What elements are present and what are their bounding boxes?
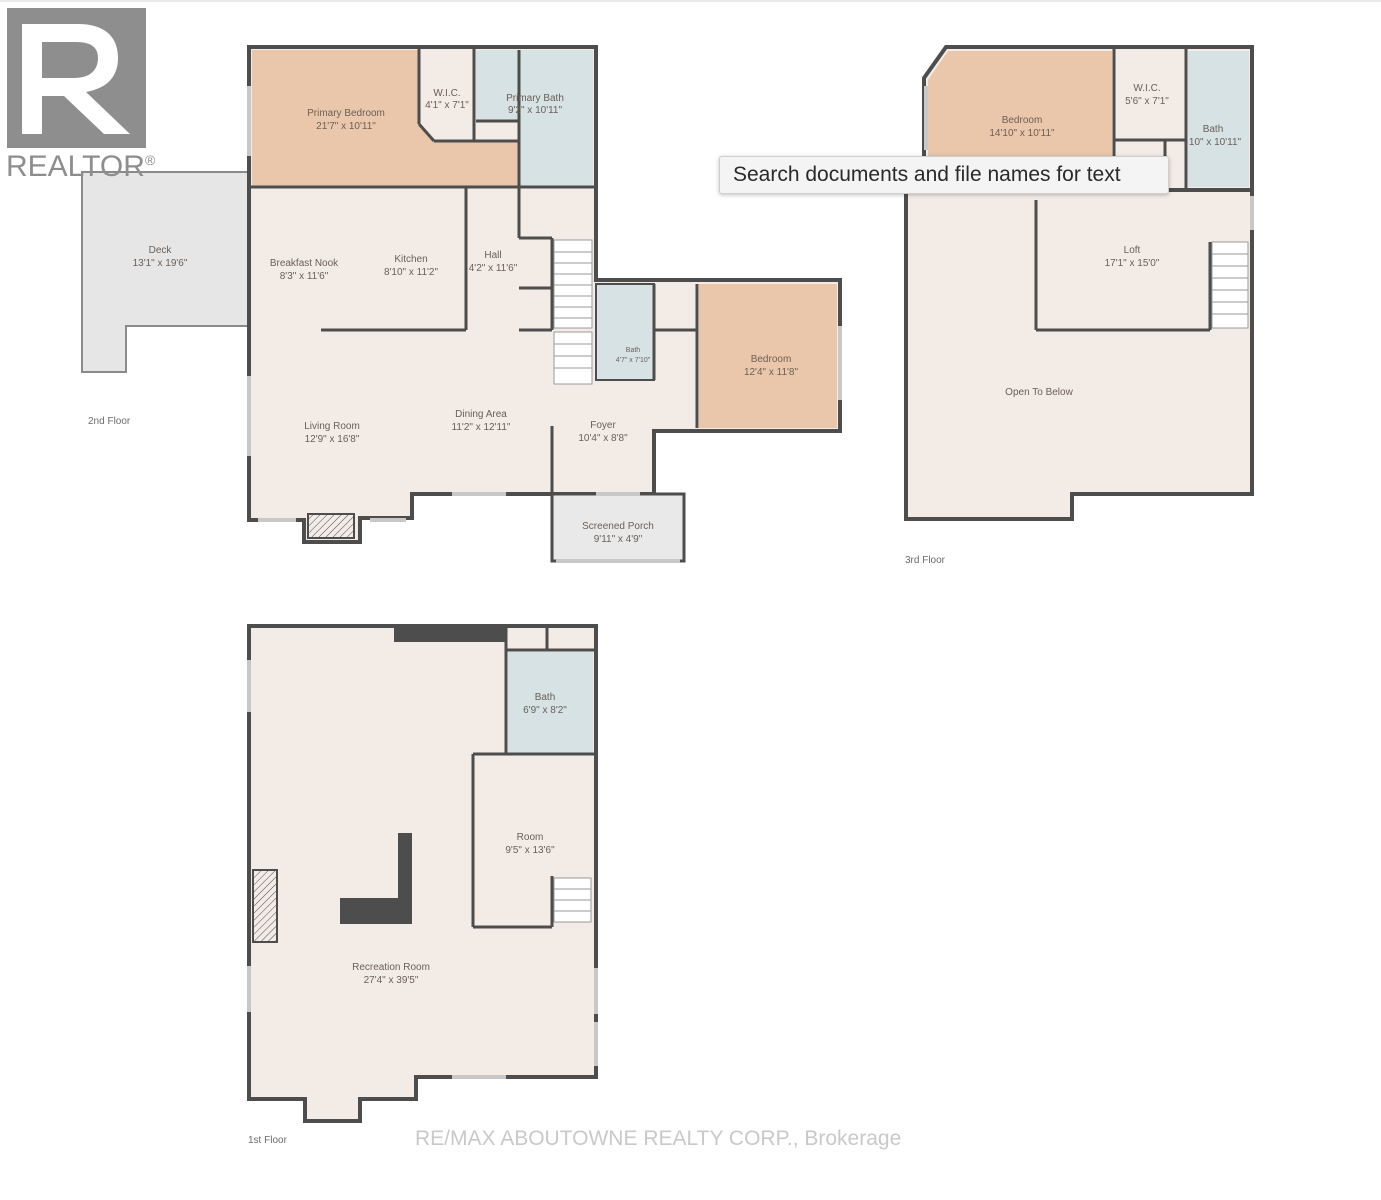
room-name: Hall <box>484 250 501 261</box>
room-name: Breakfast Nook <box>270 258 339 269</box>
room-name: W.I.C. <box>433 88 460 99</box>
room-name: Bedroom <box>751 354 792 365</box>
third-floor-plan <box>904 45 1254 521</box>
floor-plan: Primary Bedroom 21'7" x 10'11" W.I.C. 4'… <box>7 8 1254 1146</box>
third-floor-label: 3rd Floor <box>905 555 946 566</box>
room-dims: 9'11" x 4'9" <box>594 534 643 545</box>
bath-small-area <box>595 283 655 381</box>
room-name: Living Room <box>304 421 360 432</box>
deck-area <box>81 171 250 373</box>
brokerage-watermark: RE/MAX ABOUTOWNE REALTY CORP., Brokerage <box>415 1127 967 1151</box>
room-name: Recreation Room <box>352 962 430 973</box>
room-dims: 11'2" x 12'11" <box>452 422 511 433</box>
room-dims: 12'9" x 16'8" <box>305 434 360 445</box>
room-dims: 12'4" x 11'8" <box>744 367 799 378</box>
room-name: Screened Porch <box>582 521 654 532</box>
room-name: Kitchen <box>394 254 427 265</box>
third-floor-main <box>904 188 1254 521</box>
realtor-logo <box>7 8 146 148</box>
stairs-loft <box>1211 241 1249 329</box>
room-dims: 14'10" x 10'11" <box>989 128 1055 139</box>
room-dims: 10'4" x 8'8" <box>578 433 628 444</box>
room-name: Bath <box>535 692 556 703</box>
room-name: Loft <box>1124 245 1141 256</box>
room-dims: 4'2" x 11'6" <box>469 263 518 274</box>
stairs-upper <box>553 239 593 385</box>
room-name: Deck <box>149 245 173 256</box>
room-dims: 4'1" x 7'1" <box>425 100 469 111</box>
room-name: Room <box>517 832 544 843</box>
fireplace <box>307 513 355 539</box>
second-floor-plan <box>81 45 842 563</box>
room-name: W.I.C. <box>1133 83 1160 94</box>
room-name: Bath <box>626 347 641 354</box>
room-dims: 9'5" x 13'6" <box>505 845 555 856</box>
realtor-logo-text: REALTOR® <box>6 150 156 183</box>
room-dims: 5'6" x 7'1" <box>1125 96 1169 107</box>
first-fireplace <box>252 869 278 943</box>
first-floor-label: 1st Floor <box>248 1135 288 1146</box>
second-floor-label: 2nd Floor <box>88 416 131 427</box>
room-dims: 10" x 10'11" <box>1189 137 1242 148</box>
room-dims: 21'7" x 10'11" <box>316 121 376 132</box>
room-name: Dining Area <box>455 409 507 420</box>
room-name: Open To Below <box>1005 387 1073 398</box>
room-dims: 17'1" x 15'0" <box>1105 258 1160 269</box>
room-dims: 6'9" x 8'2" <box>523 705 567 716</box>
room-dims: 9'2" x 10'11" <box>508 105 563 116</box>
room-dims: 13'1" x 19'6" <box>133 258 188 269</box>
room-name: Bedroom <box>1002 115 1043 126</box>
room-name: Bath <box>1203 124 1224 135</box>
room-name: Foyer <box>590 420 616 431</box>
room-dims: 8'3" x 11'6" <box>280 271 329 282</box>
search-tooltip: Search documents and file names for text <box>719 156 1169 194</box>
third-bedroom-area <box>928 51 1112 157</box>
room-dims: 27'4" x 39'5" <box>364 975 419 986</box>
room-name: Primary Bath <box>506 93 564 104</box>
room-dims: 8'10" x 11'2" <box>384 267 439 278</box>
room-name: Primary Bedroom <box>307 108 385 119</box>
room-dims: 4'7" x 7'10" <box>616 357 651 364</box>
stairs-lower <box>553 877 592 923</box>
third-bath-area <box>1188 51 1249 187</box>
first-bath-area <box>508 652 593 754</box>
